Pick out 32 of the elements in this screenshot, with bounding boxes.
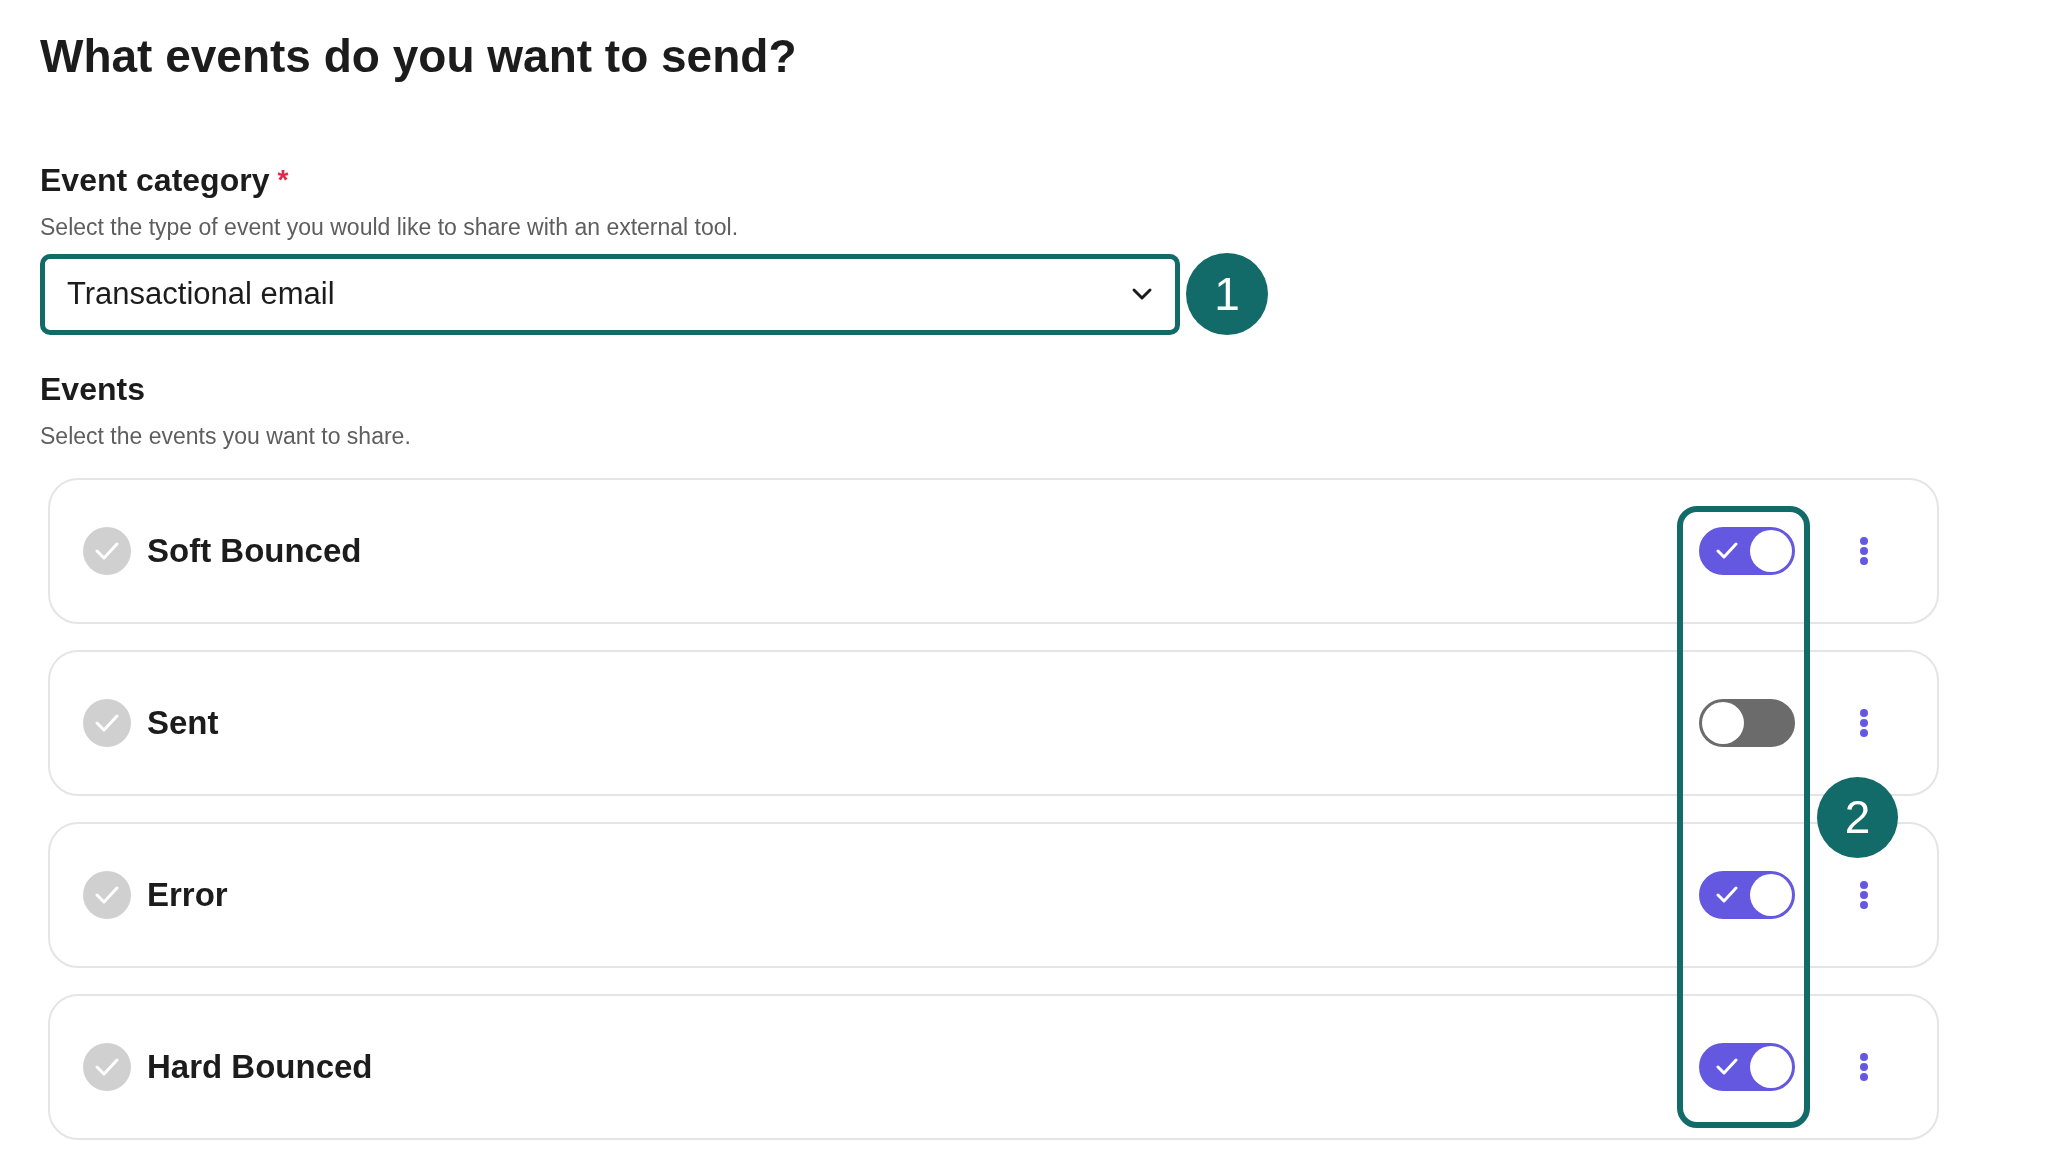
toggle-knob bbox=[1702, 702, 1744, 744]
check-icon bbox=[1716, 541, 1738, 561]
chevron-down-icon bbox=[1131, 287, 1153, 301]
more-options-icon[interactable] bbox=[1859, 881, 1869, 909]
check-icon bbox=[1716, 885, 1738, 905]
toggle-switch[interactable] bbox=[1699, 1043, 1795, 1091]
event-name: Hard Bounced bbox=[147, 1047, 373, 1088]
toggle-switch[interactable] bbox=[1699, 699, 1795, 747]
event-name: Error bbox=[147, 875, 228, 916]
check-circle-icon bbox=[83, 527, 131, 575]
check-circle-icon bbox=[83, 871, 131, 919]
toggle-switch[interactable] bbox=[1699, 871, 1795, 919]
check-circle-icon bbox=[83, 699, 131, 747]
category-select[interactable]: Transactional email bbox=[40, 253, 1180, 335]
toggle-knob bbox=[1750, 530, 1792, 572]
event-name: Sent bbox=[147, 703, 219, 744]
section-heading: Events bbox=[40, 370, 146, 409]
toggle-knob bbox=[1750, 874, 1792, 916]
check-icon bbox=[1716, 1057, 1738, 1077]
step-badge: 1 bbox=[1186, 253, 1268, 335]
check-circle-icon bbox=[83, 1043, 131, 1091]
field-label: Event category bbox=[40, 161, 270, 200]
more-options-icon[interactable] bbox=[1859, 709, 1869, 737]
toggle-switch[interactable] bbox=[1699, 527, 1795, 575]
required-mark: * bbox=[277, 163, 289, 197]
more-options-icon[interactable] bbox=[1859, 537, 1869, 565]
section-description: Select the events you want to share. bbox=[40, 422, 412, 450]
more-options-icon[interactable] bbox=[1859, 1053, 1869, 1081]
field-description: Select the type of event you would like to share with an external tool. bbox=[40, 213, 740, 241]
toggle-knob bbox=[1750, 1046, 1792, 1088]
page-title: What events do you want to send? bbox=[40, 29, 798, 84]
event-name: Soft Bounced bbox=[147, 531, 362, 572]
